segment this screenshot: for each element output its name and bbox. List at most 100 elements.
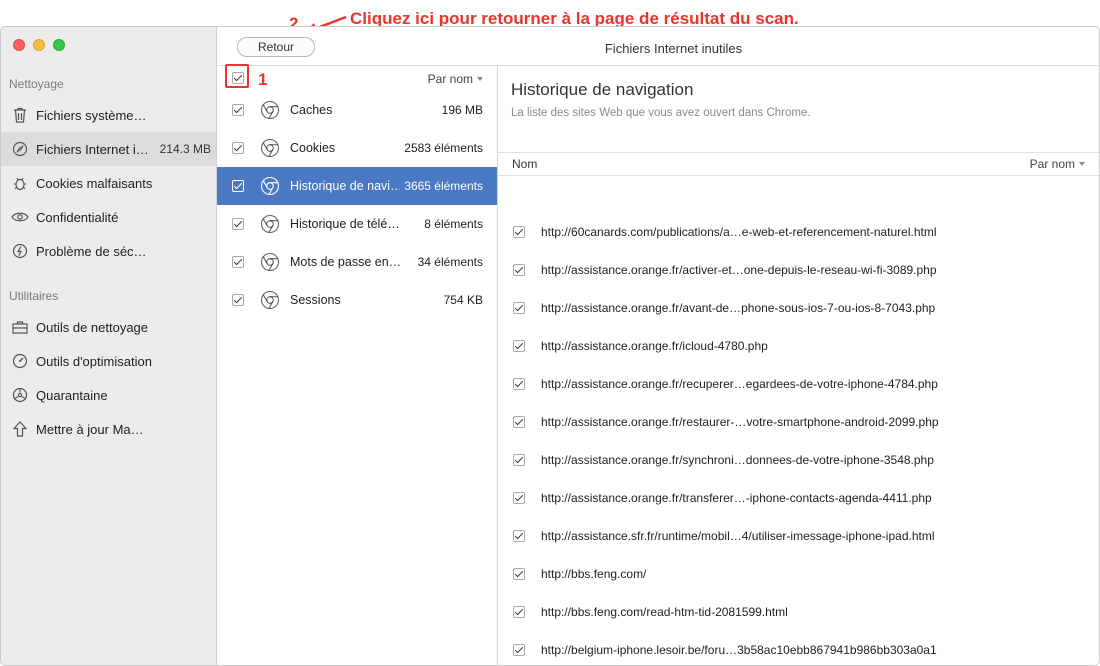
url-row[interactable]: http://assistance.sfr.fr/runtime/mobil…4… (498, 517, 1099, 555)
url-text: http://assistance.orange.fr/recuperer…eg… (541, 377, 938, 391)
sidebar-item-probleme-securite[interactable]: Problème de séc… (1, 234, 216, 268)
url-text: http://60canards.com/publications/a…e-we… (541, 225, 937, 239)
url-text: http://belgium-iphone.lesoir.be/foru…3b5… (541, 643, 937, 657)
category-name: Sessions (290, 293, 341, 307)
detail-subtitle: La liste des sites Web que vous avez ouv… (511, 107, 811, 119)
sidebar-item-outils-optimisation[interactable]: Outils d'optimisation (1, 344, 216, 378)
row-checkbox[interactable] (513, 302, 525, 314)
row-checkbox[interactable] (232, 180, 244, 192)
sidebar-item-fichiers-systeme[interactable]: Fichiers système… (1, 98, 216, 132)
url-row[interactable]: http://bbs.feng.com/ (498, 555, 1099, 593)
url-text: http://assistance.orange.fr/icloud-4780.… (541, 339, 768, 353)
sidebar: Nettoyage Fichiers système… Fichiers Int… (1, 27, 217, 665)
category-value: 8 éléments (424, 217, 483, 231)
category-row-cookies[interactable]: Cookies 2583 éléments (217, 129, 497, 167)
sidebar-section-nettoyage: Nettoyage (9, 77, 64, 91)
annotation-step-1: 1 (258, 70, 268, 89)
url-text: http://bbs.feng.com/ (541, 567, 647, 581)
sidebar-item-label: Problème de séc… (36, 243, 147, 259)
category-value: 34 éléments (417, 255, 483, 269)
category-row-mots-de-passe[interactable]: Mots de passe en… 34 éléments (217, 243, 497, 281)
app-window: Nettoyage Fichiers système… Fichiers Int… (0, 26, 1100, 666)
url-row[interactable]: http://assistance.orange.fr/recuperer…eg… (498, 365, 1099, 403)
category-row-historique-navigation[interactable]: Historique de navi… 3665 éléments (217, 167, 497, 205)
url-row[interactable]: http://assistance.orange.fr/avant-de…pho… (498, 289, 1099, 327)
category-sort-dropdown[interactable]: Par nom (428, 72, 483, 86)
window-title: Fichiers Internet inutiles (604, 41, 743, 56)
compass-icon (11, 140, 29, 158)
chevron-down-icon (1079, 162, 1085, 166)
chrome-icon (260, 290, 280, 310)
minimize-window-button[interactable] (33, 39, 45, 51)
chrome-icon (260, 252, 280, 272)
sidebar-section-utilitaires: Utilitaires (9, 289, 59, 303)
category-row-historique-telechargement[interactable]: Historique de télé… 8 éléments (217, 205, 497, 243)
sidebar-item-label: Outils d'optimisation (36, 353, 152, 369)
url-text: http://assistance.orange.fr/avant-de…pho… (541, 301, 936, 315)
sidebar-item-mettre-a-jour[interactable]: Mettre à jour Ma… (1, 412, 216, 446)
detail-sort-dropdown[interactable]: Par nom (1030, 157, 1085, 171)
chrome-icon (260, 138, 280, 158)
url-row[interactable]: http://assistance.orange.fr/restaurer-…v… (498, 403, 1099, 441)
url-text: http://assistance.orange.fr/restaurer-…v… (541, 415, 939, 429)
sidebar-item-outils-nettoyage[interactable]: Outils de nettoyage (1, 310, 216, 344)
url-text: http://bbs.feng.com/read-htm-tid-2081599… (541, 605, 788, 619)
row-checkbox[interactable] (513, 454, 525, 466)
row-checkbox[interactable] (513, 264, 525, 276)
back-button[interactable]: Retour (237, 37, 315, 57)
sidebar-item-fichiers-internet[interactable]: Fichiers Internet i… 214.3 MB (1, 132, 216, 166)
sidebar-item-label: Cookies malfaisants (36, 175, 153, 191)
url-row[interactable]: http://assistance.orange.fr/activer-et…o… (498, 251, 1099, 289)
row-checkbox[interactable] (513, 378, 525, 390)
url-row[interactable]: http://assistance.orange.fr/icloud-4780.… (498, 327, 1099, 365)
category-value: 2583 éléments (404, 141, 483, 155)
toolbox-icon (11, 318, 29, 336)
shield-icon (11, 242, 29, 260)
category-name: Historique de télé… (290, 217, 400, 231)
category-list: Par nom Caches 196 MB Cookies 2583 éléme… (217, 65, 498, 665)
bug-icon (11, 174, 29, 192)
url-row[interactable]: http://assistance.orange.fr/transferer…-… (498, 479, 1099, 517)
category-name: Historique de navi… (290, 179, 400, 193)
zoom-window-button[interactable] (53, 39, 65, 51)
category-value: 3665 éléments (404, 179, 483, 193)
detail-title: Historique de navigation (511, 80, 694, 99)
sidebar-item-label: Outils de nettoyage (36, 319, 149, 335)
row-checkbox[interactable] (513, 226, 525, 238)
category-name: Cookies (290, 141, 336, 155)
row-checkbox[interactable] (513, 606, 525, 618)
row-checkbox[interactable] (513, 492, 525, 504)
chrome-icon (260, 100, 280, 120)
url-row[interactable]: http://60canards.com/publications/a…e-we… (498, 213, 1099, 251)
row-checkbox[interactable] (232, 218, 244, 230)
detail-panel: Historique de navigation La liste des si… (498, 65, 1099, 665)
row-checkbox[interactable] (513, 568, 525, 580)
chrome-icon (260, 214, 280, 234)
category-row-caches[interactable]: Caches 196 MB (217, 91, 497, 129)
url-text: http://assistance.orange.fr/transferer…-… (541, 491, 932, 505)
url-row[interactable]: http://bbs.feng.com/read-htm-tid-2081599… (498, 593, 1099, 631)
sidebar-item-confidentialite[interactable]: Confidentialité (1, 200, 216, 234)
eye-icon (11, 208, 29, 226)
column-name-header[interactable]: Nom (512, 157, 537, 171)
category-value: 754 KB (443, 293, 483, 307)
url-row[interactable]: http://assistance.orange.fr/synchroni…do… (498, 441, 1099, 479)
row-checkbox[interactable] (232, 142, 244, 154)
gauge-icon (11, 352, 29, 370)
close-window-button[interactable] (13, 39, 25, 51)
row-checkbox[interactable] (513, 644, 525, 656)
row-checkbox[interactable] (232, 256, 244, 268)
sidebar-item-label: Confidentialité (36, 209, 119, 225)
url-row[interactable]: http://belgium-iphone.lesoir.be/foru…3b5… (498, 631, 1099, 665)
row-checkbox[interactable] (513, 416, 525, 428)
sidebar-item-label: Fichiers Internet i… (36, 141, 149, 157)
sidebar-item-cookies-malfaisants[interactable]: Cookies malfaisants (1, 166, 216, 200)
category-row-sessions[interactable]: Sessions 754 KB (217, 281, 497, 319)
row-checkbox[interactable] (232, 294, 244, 306)
chrome-icon (260, 176, 280, 196)
sort-label: Par nom (1029, 157, 1075, 171)
sidebar-item-quarantaine[interactable]: Quarantaine (1, 378, 216, 412)
row-checkbox[interactable] (513, 530, 525, 542)
row-checkbox[interactable] (232, 104, 244, 116)
row-checkbox[interactable] (513, 340, 525, 352)
